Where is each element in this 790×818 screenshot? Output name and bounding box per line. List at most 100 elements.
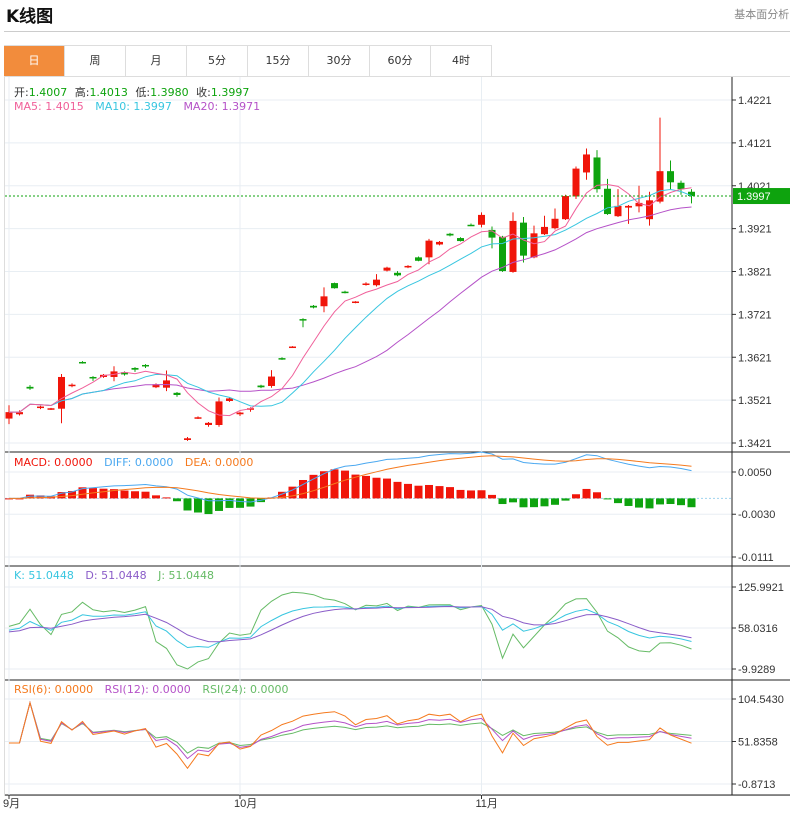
macd-bar <box>477 490 486 499</box>
candle-body <box>541 226 548 235</box>
candle-body <box>677 182 685 190</box>
candle <box>173 391 181 397</box>
j-line <box>8 591 692 670</box>
ma20-value: MA20: 1.3971 <box>183 100 261 113</box>
candle-body <box>236 412 244 415</box>
macd-bar <box>183 498 192 511</box>
candle-body <box>194 417 202 419</box>
k-value: K: 51.0448 <box>14 569 74 582</box>
axis-tick-label: 1.4221 <box>738 95 772 107</box>
macd-bar <box>141 491 150 499</box>
candle-body <box>562 196 569 220</box>
axis-tick-label: 1.3621 <box>738 352 772 364</box>
close-value: 1.3997 <box>210 86 250 99</box>
axis-tick-label: -0.0030 <box>738 509 775 521</box>
candle-body <box>583 154 590 173</box>
candle <box>593 150 601 193</box>
candle <box>152 383 160 389</box>
k-line <box>8 605 692 649</box>
candle-body <box>604 188 611 215</box>
axis-tick-label: -0.8713 <box>738 779 775 791</box>
candle-body <box>593 157 601 190</box>
candle <box>268 370 275 388</box>
macd-bar <box>645 498 654 509</box>
macd-bar <box>414 485 423 499</box>
candle-body <box>47 408 55 410</box>
macd-bar <box>687 498 696 508</box>
candle <box>667 160 674 190</box>
candle-body <box>68 384 76 387</box>
rsi6-value: RSI(6): 0.0000 <box>14 683 94 696</box>
rsi24-line <box>9 700 692 754</box>
rsi24-value: RSI(24): 0.0000 <box>202 683 289 696</box>
macd-bar <box>425 484 433 499</box>
candle <box>68 383 76 388</box>
candle <box>457 237 464 242</box>
candle-body <box>89 376 97 379</box>
low-label: 低: <box>135 86 151 99</box>
axis-tick-label: 58.0316 <box>738 623 778 635</box>
macd-bar <box>99 488 108 499</box>
candle-body <box>278 358 286 360</box>
candle-body <box>268 376 275 386</box>
axis-tick-label: -9.9289 <box>738 664 775 676</box>
candle <box>131 367 139 372</box>
candle-body <box>341 291 349 294</box>
macd-bar <box>624 498 633 506</box>
candle-body <box>58 376 65 409</box>
candle <box>478 212 485 228</box>
ohlc-legend: 开:1.4007 高:1.4013 低:1.3980 收:1.3997 <box>14 84 257 100</box>
candle-body <box>509 220 517 272</box>
candle <box>37 405 44 410</box>
rsi6-line <box>9 700 692 770</box>
macd-bar <box>488 494 496 499</box>
macd-bar <box>131 491 139 499</box>
axis-tick-label: 1.3921 <box>738 224 772 236</box>
macd-bar <box>152 495 160 499</box>
candle <box>404 265 412 269</box>
macd-bar <box>666 498 675 505</box>
macd-bar <box>372 477 381 499</box>
macd-bar <box>393 481 402 499</box>
candle-body <box>394 272 401 276</box>
candle <box>562 194 569 221</box>
candle-body <box>142 364 149 367</box>
candle-body <box>625 205 632 208</box>
axis-tick-label: 1.3421 <box>738 438 772 450</box>
candle-body <box>667 171 674 183</box>
close-label: 收: <box>196 86 211 99</box>
macd-bar <box>582 488 591 499</box>
macd-bar <box>383 478 391 499</box>
ma-legend: MA5: 1.4015 MA10: 1.3997 MA20: 1.3971 <box>14 100 268 113</box>
candle <box>142 364 149 368</box>
candle <box>5 405 13 425</box>
candle <box>236 411 244 416</box>
rsi12-value: RSI(12): 0.0000 <box>104 683 191 696</box>
candle-body <box>551 218 559 229</box>
candle-body <box>457 238 464 242</box>
candle-body <box>26 386 34 389</box>
candle-body <box>37 406 44 409</box>
candle-body <box>383 267 391 271</box>
macd-bar <box>519 498 528 508</box>
macd-bar <box>498 498 507 505</box>
candle <box>572 166 580 200</box>
macd-bar <box>540 498 549 507</box>
low-value: 1.3980 <box>150 86 189 99</box>
macd-bar <box>572 494 580 499</box>
macd-bar <box>194 498 202 513</box>
candle-body <box>131 367 139 370</box>
candle <box>352 301 359 304</box>
candle-body <box>404 265 412 268</box>
candle <box>551 208 559 230</box>
candle-body <box>446 233 454 236</box>
candle <box>625 205 632 224</box>
candle <box>26 385 34 390</box>
candle <box>530 225 538 259</box>
macd-bar <box>404 483 412 499</box>
axis-tick-label: 104.5430 <box>738 694 784 706</box>
axis-tick-label: 1.4121 <box>738 138 772 150</box>
candle-body <box>299 319 307 321</box>
kdj-legend: K: 51.0448 D: 51.0448 J: 51.0448 <box>14 569 222 582</box>
candle <box>373 274 380 287</box>
